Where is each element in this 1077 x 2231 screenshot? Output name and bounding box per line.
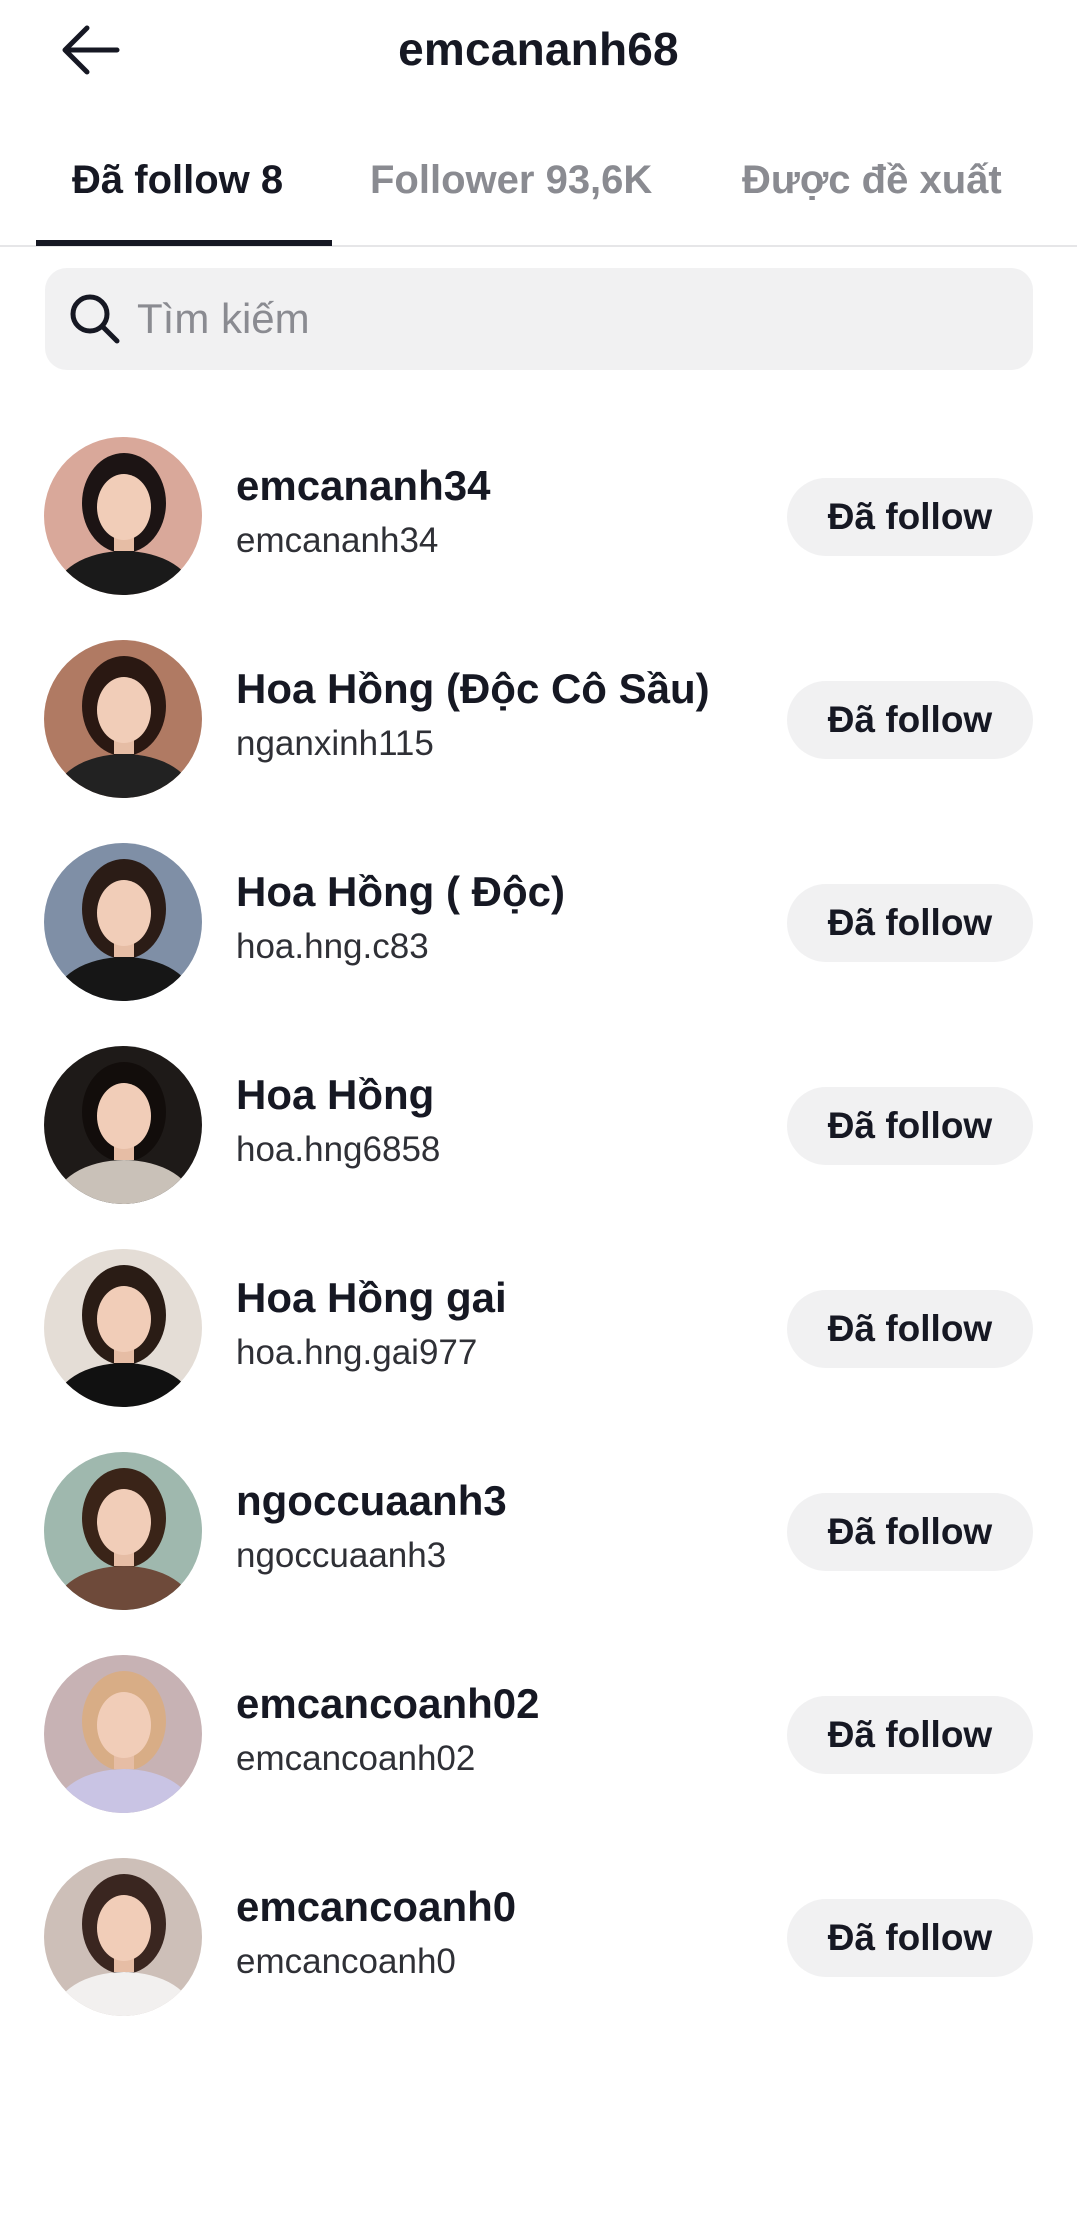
avatar[interactable]	[44, 1452, 202, 1610]
page-title: emcananh68	[398, 23, 679, 75]
following-button[interactable]: Đã follow	[787, 1087, 1033, 1165]
avatar-image	[44, 843, 202, 1001]
list-item: Hoa Hồng hoa.hng6858 Đã follow	[0, 1026, 1077, 1229]
user-names[interactable]: emcananh34 emcananh34	[236, 462, 491, 561]
display-name: Hoa Hồng gai	[236, 1274, 507, 1321]
user-names[interactable]: Hoa Hồng ( Độc) hoa.hng.c83	[236, 868, 565, 967]
following-list: emcananh34 emcananh34 Đã follow Hoa Hồng…	[0, 417, 1077, 2041]
username: hoa.hng.gai977	[236, 1333, 478, 1373]
username: emcancoanh02	[236, 1739, 476, 1779]
tab-following[interactable]: Đã follow 8	[72, 158, 283, 203]
display-name: Hoa Hồng	[236, 1071, 435, 1118]
username: hoa.hng.c83	[236, 927, 429, 967]
avatar[interactable]	[44, 1655, 202, 1813]
following-button[interactable]: Đã follow	[787, 478, 1033, 556]
tab-bar: Đã follow 8 Follower 93,6K Được đề xuất	[0, 140, 1077, 247]
avatar-image	[44, 1858, 202, 2016]
username: emcancoanh0	[236, 1942, 456, 1982]
display-name: emcancoanh0	[236, 1883, 517, 1930]
avatar[interactable]	[44, 843, 202, 1001]
user-names[interactable]: Hoa Hồng gai hoa.hng.gai977	[236, 1274, 507, 1373]
search-icon	[63, 287, 127, 351]
following-screen: emcananh68 Đã follow 8 Follower 93,6K Đư…	[0, 0, 1077, 2231]
tab-suggested[interactable]: Được đề xuất	[742, 158, 1002, 203]
user-names[interactable]: Hoa Hồng (Độc Cô Sầu) nganxinh115	[236, 665, 710, 764]
following-button[interactable]: Đã follow	[787, 1899, 1033, 1977]
list-item: emcancoanh02 emcancoanh02 Đã follow	[0, 1635, 1077, 1838]
avatar-image	[44, 640, 202, 798]
avatar-image	[44, 1452, 202, 1610]
user-names[interactable]: ngoccuaanh3 ngoccuaanh3	[236, 1477, 507, 1576]
following-button[interactable]: Đã follow	[787, 884, 1033, 962]
avatar-image	[44, 1046, 202, 1204]
search-input[interactable]	[137, 295, 997, 343]
search-bar[interactable]	[45, 268, 1033, 370]
avatar[interactable]	[44, 437, 202, 595]
following-button[interactable]: Đã follow	[787, 1493, 1033, 1571]
display-name: emcancoanh02	[236, 1680, 540, 1727]
avatar[interactable]	[44, 640, 202, 798]
display-name: Hoa Hồng (Độc Cô Sầu)	[236, 665, 710, 712]
user-names[interactable]: emcancoanh0 emcancoanh0	[236, 1883, 517, 1982]
active-tab-indicator	[36, 240, 332, 246]
list-item: Hoa Hồng ( Độc) hoa.hng.c83 Đã follow	[0, 823, 1077, 1026]
list-item: ngoccuaanh3 ngoccuaanh3 Đã follow	[0, 1432, 1077, 1635]
following-button[interactable]: Đã follow	[787, 1696, 1033, 1774]
avatar[interactable]	[44, 1858, 202, 2016]
display-name: emcananh34	[236, 462, 491, 509]
username: nganxinh115	[236, 724, 434, 764]
avatar-image	[44, 1655, 202, 1813]
list-item: Hoa Hồng (Độc Cô Sầu) nganxinh115 Đã fol…	[0, 620, 1077, 823]
following-button[interactable]: Đã follow	[787, 1290, 1033, 1368]
username: hoa.hng6858	[236, 1130, 441, 1170]
username: emcananh34	[236, 521, 439, 561]
display-name: Hoa Hồng ( Độc)	[236, 868, 565, 915]
avatar[interactable]	[44, 1249, 202, 1407]
avatar-image	[44, 1249, 202, 1407]
display-name: ngoccuaanh3	[236, 1477, 507, 1524]
list-item: Hoa Hồng gai hoa.hng.gai977 Đã follow	[0, 1229, 1077, 1432]
avatar[interactable]	[44, 1046, 202, 1204]
list-item: emcancoanh0 emcancoanh0 Đã follow	[0, 1838, 1077, 2041]
avatar-image	[44, 437, 202, 595]
tab-followers[interactable]: Follower 93,6K	[370, 158, 652, 203]
header: emcananh68	[0, 0, 1077, 100]
following-button[interactable]: Đã follow	[787, 681, 1033, 759]
list-item: emcananh34 emcananh34 Đã follow	[0, 417, 1077, 620]
username: ngoccuaanh3	[236, 1536, 447, 1576]
user-names[interactable]: emcancoanh02 emcancoanh02	[236, 1680, 540, 1779]
user-names[interactable]: Hoa Hồng hoa.hng6858	[236, 1071, 441, 1170]
